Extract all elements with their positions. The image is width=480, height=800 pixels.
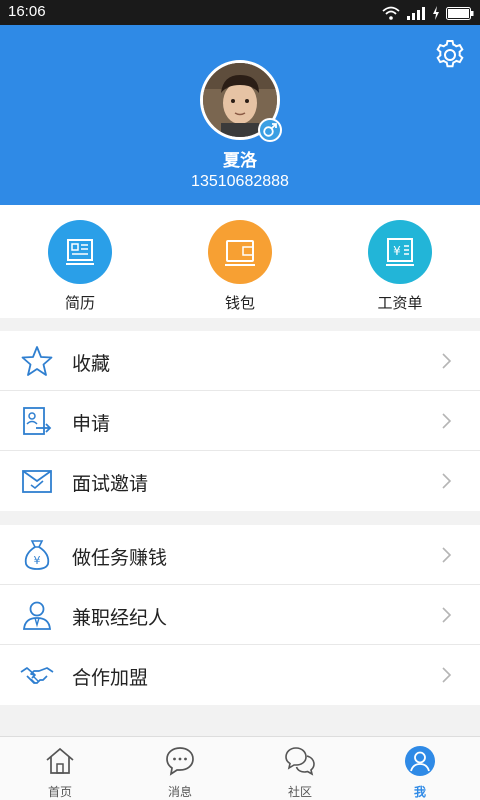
chevron-right-icon: [442, 547, 452, 563]
profile-header: 夏洛 13510682888: [0, 25, 480, 205]
nav-community[interactable]: 社区: [240, 745, 360, 800]
quick-action-wallet[interactable]: 钱包: [195, 220, 285, 313]
menu-group-2: ¥ 做任务赚钱 兼职经纪人 合作加盟: [0, 525, 480, 705]
menu-item-apply[interactable]: 申请: [0, 391, 480, 451]
menu-item-partnership[interactable]: 合作加盟: [0, 645, 480, 705]
bottom-navigation: 首页 消息 社区 我: [0, 736, 480, 800]
nav-me[interactable]: 我: [360, 745, 480, 800]
nav-label: 社区: [287, 785, 312, 799]
nav-label: 我: [413, 785, 426, 799]
payslip-icon: ¥: [368, 220, 432, 284]
wifi-icon: [382, 6, 400, 20]
resume-icon: [48, 220, 112, 284]
money-bag-icon: ¥: [24, 540, 50, 570]
nav-messages[interactable]: 消息: [120, 745, 240, 800]
menu-item-label: 申请: [72, 413, 111, 435]
star-icon: [21, 346, 53, 376]
quick-action-resume[interactable]: 简历: [35, 220, 125, 313]
user-phone: 13510682888: [191, 173, 289, 190]
wallet-icon: [208, 220, 272, 284]
envelope-icon: [22, 470, 52, 493]
profile-icon: [405, 746, 435, 776]
quick-action-label: 钱包: [224, 294, 255, 312]
menu-item-label: 合作加盟: [72, 667, 149, 689]
male-gender-icon: [258, 118, 282, 142]
handshake-icon: [20, 667, 54, 684]
status-time: 16:06: [8, 3, 46, 20]
avatar[interactable]: [200, 60, 282, 142]
menu-item-earn-money[interactable]: ¥ 做任务赚钱: [0, 525, 480, 585]
chevron-right-icon: [442, 353, 452, 369]
nav-label: 首页: [47, 785, 72, 799]
chevron-right-icon: [442, 667, 452, 683]
status-bar: 16:06: [0, 0, 480, 25]
menu-item-label: 收藏: [72, 353, 111, 375]
home-icon: [46, 747, 74, 774]
signal-icon: [407, 7, 425, 20]
agent-icon: [23, 601, 51, 630]
chevron-right-icon: [442, 473, 452, 489]
svg-text:¥: ¥: [393, 244, 401, 258]
battery-icon: [446, 6, 474, 20]
menu-item-label: 做任务赚钱: [72, 547, 168, 569]
quick-action-label: 简历: [64, 294, 95, 312]
menu-item-label: 兼职经纪人: [72, 607, 168, 629]
charging-icon: [433, 6, 439, 20]
menu-item-interview-invite[interactable]: 面试邀请: [0, 451, 480, 511]
quick-action-label: 工资单: [377, 294, 423, 312]
community-icon: [285, 747, 315, 776]
status-icons: [382, 4, 474, 22]
apply-icon: [23, 407, 52, 435]
svg-text:¥: ¥: [34, 554, 41, 567]
menu-group-1: 收藏 申请 面试邀请: [0, 331, 480, 511]
message-icon: [166, 747, 194, 776]
menu-item-label: 面试邀请: [72, 473, 149, 495]
settings-gear-icon[interactable]: [434, 39, 466, 71]
chevron-right-icon: [442, 413, 452, 429]
user-name: 夏洛: [223, 151, 257, 171]
nav-label: 消息: [167, 785, 192, 799]
menu-item-favorites[interactable]: 收藏: [0, 331, 480, 391]
menu-item-part-time-agent[interactable]: 兼职经纪人: [0, 585, 480, 645]
nav-home[interactable]: 首页: [0, 745, 120, 800]
quick-actions: 简历 钱包 ¥ 工资单: [0, 205, 480, 318]
quick-action-payslip[interactable]: ¥ 工资单: [355, 220, 445, 313]
chevron-right-icon: [442, 607, 452, 623]
